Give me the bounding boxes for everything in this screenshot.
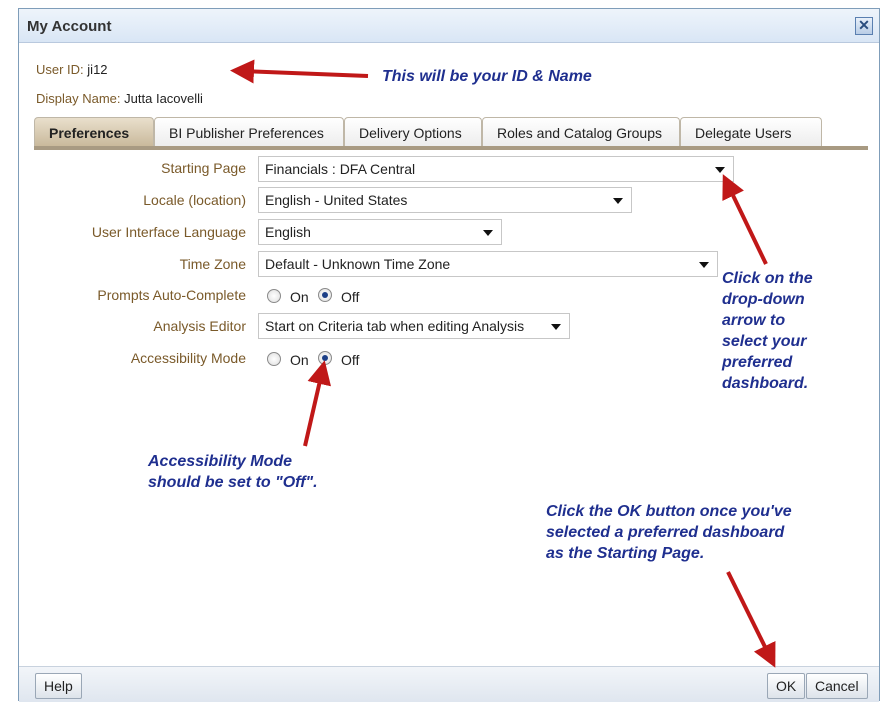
arrow-to-starting-page-dropdown xyxy=(722,174,768,265)
arrow-to-accessibility-off xyxy=(303,360,332,447)
arrow-to-ok-button xyxy=(726,571,776,668)
arrow-to-user-id xyxy=(230,59,369,84)
annotation-arrows xyxy=(230,59,776,668)
